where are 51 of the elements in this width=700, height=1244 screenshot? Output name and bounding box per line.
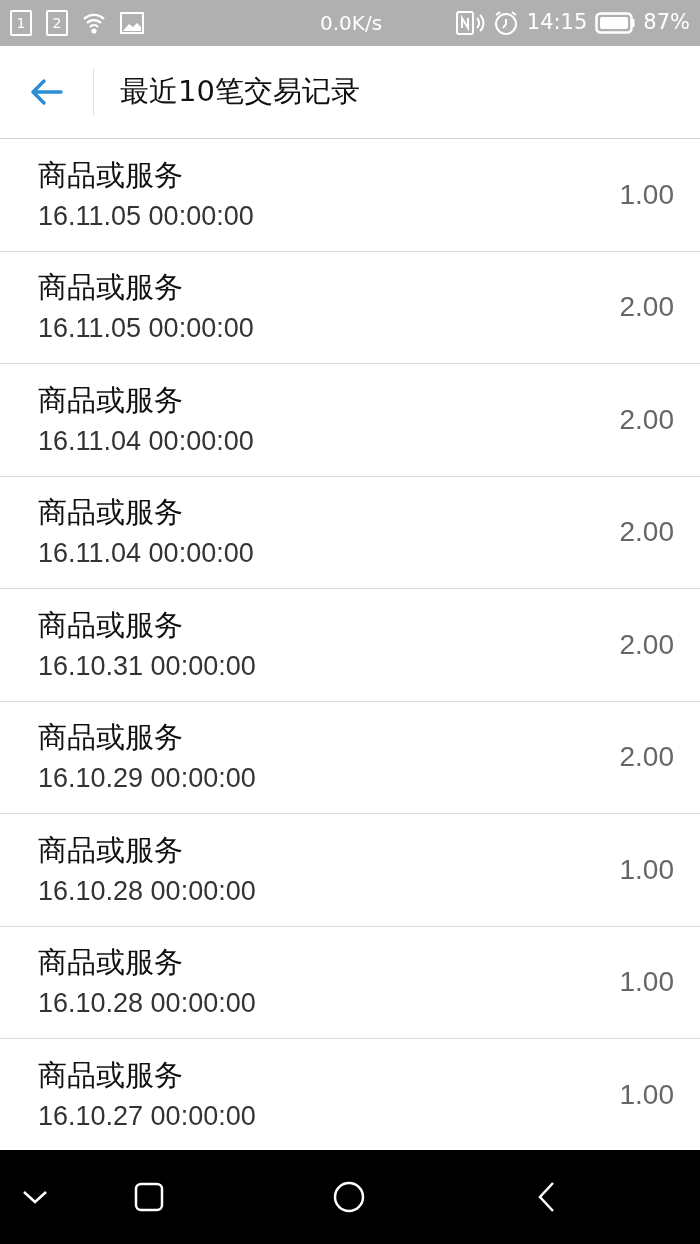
- transaction-date: 16.10.28 00:00:00: [38, 987, 257, 1021]
- item-name: 商品或服务: [38, 944, 184, 982]
- network-speed: 0.0K/s: [320, 10, 384, 37]
- transaction-row[interactable]: 商品或服务 16.11.05 00:00:00 2.00: [0, 251, 700, 364]
- amount: 2.00: [619, 627, 674, 662]
- transaction-row[interactable]: 商品或服务 16.11.05 00:00:00 1.00: [0, 139, 700, 252]
- battery-icon: [595, 11, 636, 35]
- battery-percent: 87%: [643, 9, 690, 37]
- back-arrow-icon: [29, 78, 64, 106]
- amount: 2.00: [619, 740, 674, 775]
- home-circle-icon[interactable]: [333, 1181, 365, 1213]
- sim-card-icon: 1: [10, 10, 32, 36]
- item-name: 商品或服务: [38, 494, 184, 532]
- clock-time: 14:15: [526, 9, 588, 37]
- transaction-date: 16.10.27 00:00:00: [38, 1099, 257, 1133]
- transaction-date: 16.10.29 00:00:00: [38, 762, 257, 796]
- item-name: 商品或服务: [38, 719, 184, 757]
- item-name: 商品或服务: [38, 156, 184, 194]
- transaction-date: 16.11.05 00:00:00: [38, 312, 255, 346]
- back-icon[interactable]: [537, 1181, 555, 1213]
- transaction-date: 16.11.04 00:00:00: [38, 424, 255, 458]
- wifi-icon: [82, 12, 106, 34]
- amount: 2.00: [619, 515, 674, 550]
- transaction-row[interactable]: 商品或服务 16.10.31 00:00:00 2.00: [0, 589, 700, 702]
- transaction-date: 16.11.04 00:00:00: [38, 537, 255, 571]
- amount: 1.00: [619, 852, 674, 887]
- item-name: 商品或服务: [38, 606, 184, 644]
- amount: 1.00: [619, 177, 674, 212]
- chevron-down-icon[interactable]: [22, 1189, 48, 1205]
- transaction-date: 16.10.28 00:00:00: [38, 874, 257, 908]
- transaction-row[interactable]: 商品或服务 16.11.04 00:00:00 2.00: [0, 364, 700, 477]
- transaction-date: 16.10.31 00:00:00: [38, 649, 257, 683]
- sim-card-icon: 2: [46, 10, 68, 36]
- amount: 1.00: [619, 965, 674, 1000]
- transaction-row[interactable]: 商品或服务 16.10.28 00:00:00 1.00: [0, 926, 700, 1039]
- transaction-date: 16.11.05 00:00:00: [38, 199, 255, 233]
- transaction-row[interactable]: 商品或服务 16.10.29 00:00:00 2.00: [0, 701, 700, 814]
- item-name: 商品或服务: [38, 381, 184, 419]
- transaction-row[interactable]: 商品或服务 16.11.04 00:00:00 2.00: [0, 476, 700, 589]
- item-name: 商品或服务: [38, 1056, 184, 1094]
- amount: 2.00: [619, 290, 674, 325]
- image-icon: [120, 12, 144, 34]
- nfc-icon: [454, 10, 485, 36]
- item-name: 商品或服务: [38, 269, 184, 307]
- item-name: 商品或服务: [38, 831, 184, 869]
- amount: 2.00: [619, 402, 674, 437]
- alarm-clock-icon: [492, 10, 519, 36]
- square-icon[interactable]: [134, 1182, 164, 1212]
- amount: 1.00: [619, 1077, 674, 1112]
- page-title: 最近10笔交易记录: [120, 73, 360, 111]
- transaction-row[interactable]: 商品或服务 16.10.28 00:00:00 1.00: [0, 814, 700, 927]
